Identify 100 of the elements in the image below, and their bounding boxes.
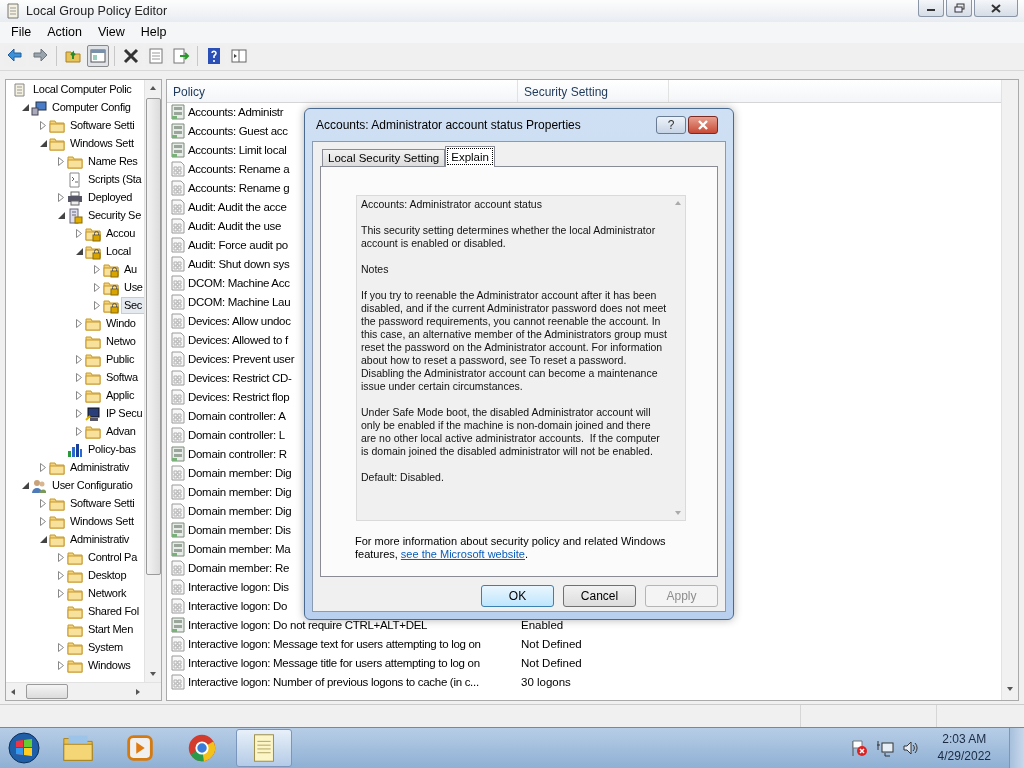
restore-button[interactable] [946,0,972,17]
tab[interactable]: Local Security Setting [322,149,446,166]
collapsed-arrow-icon[interactable] [76,427,82,437]
tree-item[interactable]: System [85,639,126,657]
tree-item[interactable]: Administrativ [67,459,133,477]
show-desktop-button[interactable] [1009,728,1024,768]
collapsed-arrow-icon[interactable] [58,157,64,167]
collapsed-arrow-icon[interactable] [58,193,64,203]
collapsed-arrow-icon[interactable] [58,661,64,671]
collapsed-arrow-icon[interactable] [40,463,46,473]
policy-name[interactable]: DCOM: Machine Acc [188,277,290,290]
tree-item[interactable]: Security Se [85,207,144,225]
tree-item[interactable]: IP Secu [103,405,144,423]
policy-name[interactable]: Domain member: Dis [188,524,291,537]
column-header[interactable]: Policy [167,79,518,102]
tree-item[interactable]: Local Computer Polic [30,81,135,99]
scrollbar[interactable] [1001,79,1018,701]
collapsed-arrow-icon[interactable] [76,391,82,401]
policy-name[interactable]: Audit: Audit the use [188,220,282,233]
column-header[interactable]: Security Setting [518,79,669,102]
collapsed-arrow-icon[interactable] [76,355,82,365]
policy-name[interactable]: Interactive logon: Message text for users attempting to log on [188,638,481,651]
policy-name[interactable]: Accounts: Rename a [188,163,290,176]
tree-item[interactable]: Policy-bas [85,441,139,459]
collapsed-arrow-icon[interactable] [76,319,82,329]
policy-name[interactable]: Devices: Prevent user [188,353,295,366]
policy-name[interactable]: Domain member: Ma [188,543,291,556]
policy-name[interactable]: Audit: Force audit po [188,239,288,252]
tree-item[interactable]: Softwa [103,369,141,387]
policy-name[interactable]: Interactive logon: Do [188,600,288,613]
collapsed-arrow-icon[interactable] [58,553,64,563]
collapsed-arrow-icon[interactable] [94,265,100,275]
policy-name[interactable]: Domain member: Dig [188,486,292,499]
policy-name[interactable]: Domain member: Dig [188,467,292,480]
policy-name[interactable]: Domain member: Re [188,562,289,575]
policy-name[interactable]: Accounts: Guest acc [188,125,288,138]
collapsed-arrow-icon[interactable] [94,283,100,293]
menu-item[interactable]: Action [40,23,89,42]
policy-name[interactable]: Domain controller: L [188,429,285,442]
policy-name[interactable]: Interactive logon: Do not require CTRL+ALT+DEL [188,619,428,632]
dialog-button[interactable]: Cancel [563,585,636,607]
expanded-arrow-icon[interactable] [75,248,83,256]
tab[interactable]: Explain [445,146,495,167]
collapsed-arrow-icon[interactable] [40,499,46,509]
policy-name[interactable]: Interactive logon: Message title for users attempting to log on [188,657,480,670]
close-button[interactable] [688,116,718,134]
collapsed-arrow-icon[interactable] [76,229,82,239]
tree-item[interactable]: Accou [103,225,139,243]
policy-name[interactable]: Accounts: Administr [188,106,284,119]
tree-item[interactable]: Scripts (Sta [85,171,144,189]
scrollbar[interactable] [144,79,161,683]
policy-name[interactable]: Audit: Audit the acce [188,201,287,214]
tree-item[interactable]: Au [121,261,140,279]
tree-item[interactable]: Local [103,243,134,261]
policy-name[interactable]: Interactive logon: Dis [188,581,289,594]
tree-item[interactable]: Netwo [103,333,139,351]
collapsed-arrow-icon[interactable] [40,517,46,527]
policy-name[interactable]: Devices: Allow undoc [188,315,291,328]
minimize-button[interactable] [918,0,944,17]
tree-item[interactable]: Administrativ [67,531,133,549]
tree-item[interactable]: Windows Sett [67,135,137,153]
menu-item[interactable]: File [4,23,39,42]
expanded-arrow-icon[interactable] [21,104,29,112]
collapsed-arrow-icon[interactable] [58,589,64,599]
policy-name[interactable]: Domain controller: R [188,448,287,461]
policy-name[interactable]: Audit: Shut down sys [188,258,290,271]
collapsed-arrow-icon[interactable] [58,571,64,581]
tree-item[interactable]: Use [121,279,144,297]
policy-name[interactable]: Domain controller: A [188,410,286,423]
tree-item[interactable]: Sec [121,297,144,315]
tree-item[interactable]: Windows Sett [67,513,137,531]
clock-time[interactable]: 2:03 AM [942,731,987,748]
tree-item[interactable]: Shared Fol [85,603,142,621]
flag-icon[interactable] [849,739,868,757]
tree-item[interactable]: Software Setti [67,117,138,135]
collapsed-arrow-icon[interactable] [58,643,64,653]
policy-name[interactable]: Domain member: Dig [188,505,292,518]
tree-item[interactable]: Applic [103,387,138,405]
tree-item[interactable]: Desktop [85,567,130,585]
tree-item[interactable]: Public [103,351,138,369]
horizontal-scrollbar[interactable] [6,682,161,701]
tree-item[interactable]: Start Men [85,621,136,639]
close-button[interactable] [974,0,1018,17]
collapsed-arrow-icon[interactable] [76,373,82,383]
policy-name[interactable]: DCOM: Machine Lau [188,296,291,309]
expanded-arrow-icon[interactable] [39,536,47,544]
policy-name[interactable]: Devices: Allowed to f [188,334,288,347]
clock-date[interactable]: 4/29/2022 [937,748,991,765]
expanded-arrow-icon[interactable] [57,212,65,220]
taskbar-button[interactable] [236,729,292,767]
collapsed-arrow-icon[interactable] [76,409,82,419]
collapsed-arrow-icon[interactable] [94,301,100,311]
menu-item[interactable]: View [90,23,132,42]
collapsed-arrow-icon[interactable] [40,121,46,131]
tree-item[interactable]: User Configuratio [49,477,136,495]
tree-item[interactable]: Windows [85,657,134,675]
help-button[interactable]: ? [656,116,686,134]
menu-item[interactable]: Help [133,23,174,42]
policy-name[interactable]: Interactive logon: Number of previous logons to cache (in c... [188,676,479,689]
tree-item[interactable]: Network [85,585,130,603]
